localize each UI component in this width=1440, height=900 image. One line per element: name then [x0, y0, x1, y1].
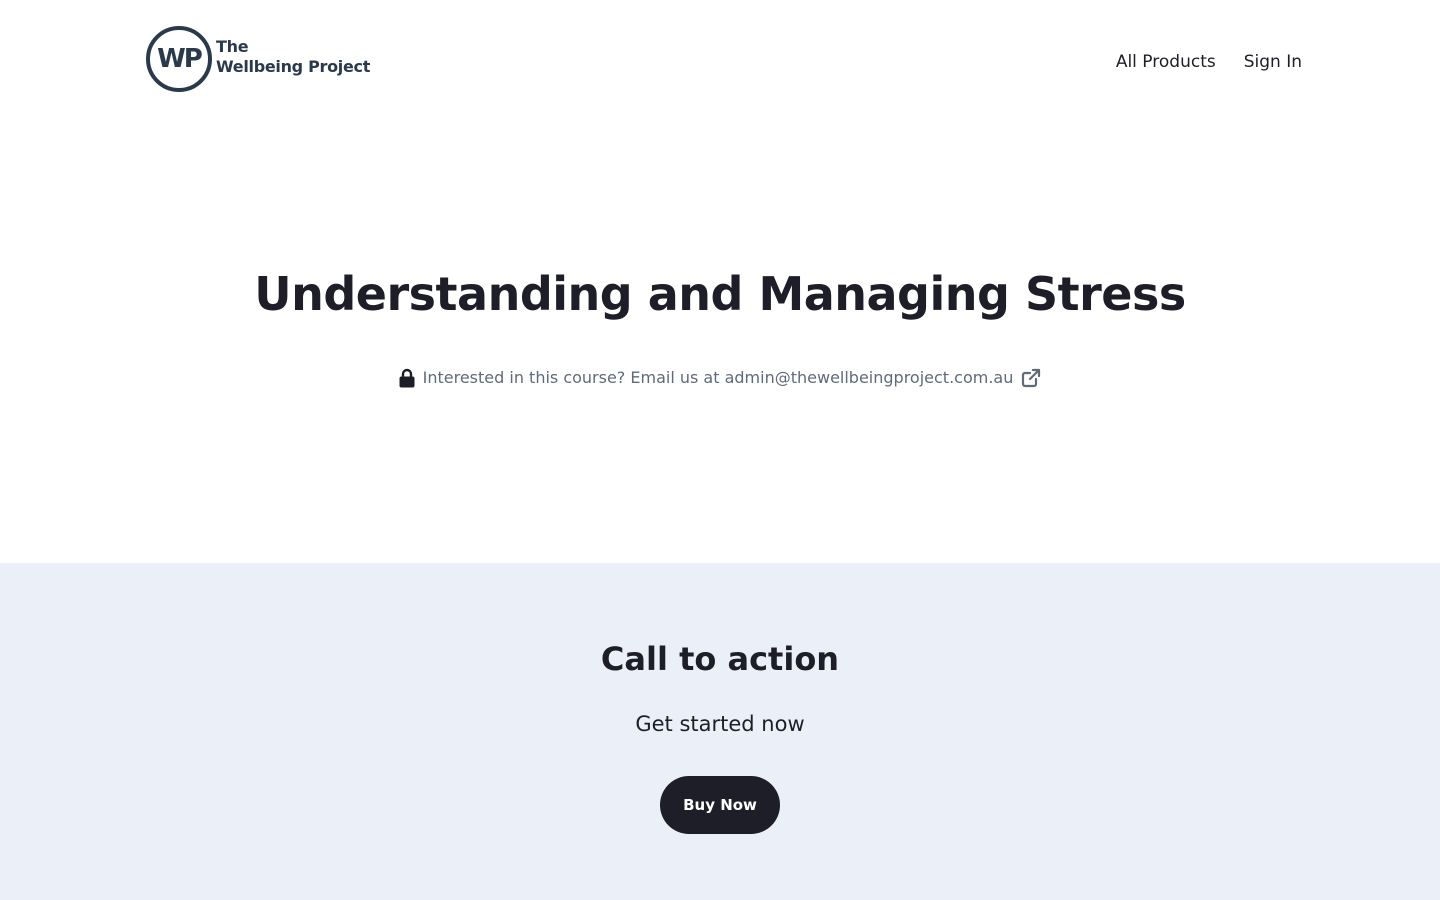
course-access-note: Interested in this course? Email us at a… [0, 364, 1440, 392]
page-title: Understanding and Managing Stress [254, 267, 1186, 321]
nav-sign-in[interactable]: Sign In [1244, 48, 1302, 76]
buy-now-button[interactable]: Buy Now [660, 776, 780, 834]
hero-section: Understanding and Managing Stress Intere… [0, 124, 1440, 563]
cta-title: Call to action [600, 640, 840, 678]
site-header: WP The Wellbeing Project All Products Si… [0, 0, 1440, 124]
logo-text-line1: The [216, 37, 249, 56]
external-link-icon[interactable] [1021, 368, 1041, 388]
main-nav: All Products Sign In [1116, 48, 1302, 76]
course-access-text: Interested in this course? Email us at a… [422, 368, 1014, 387]
logo-mark: WP [146, 26, 212, 92]
logo-text-line2: Wellbeing Project [216, 57, 371, 76]
cta-subtitle: Get started now [635, 712, 805, 736]
page: WP The Wellbeing Project All Products Si… [0, 0, 1440, 900]
logo-text: The Wellbeing Project [216, 37, 370, 77]
lock-icon [399, 368, 415, 388]
site-logo[interactable]: WP The Wellbeing Project [146, 26, 370, 92]
nav-all-products[interactable]: All Products [1116, 48, 1216, 76]
cta-section: Call to action Get started now Buy Now [0, 563, 1440, 900]
